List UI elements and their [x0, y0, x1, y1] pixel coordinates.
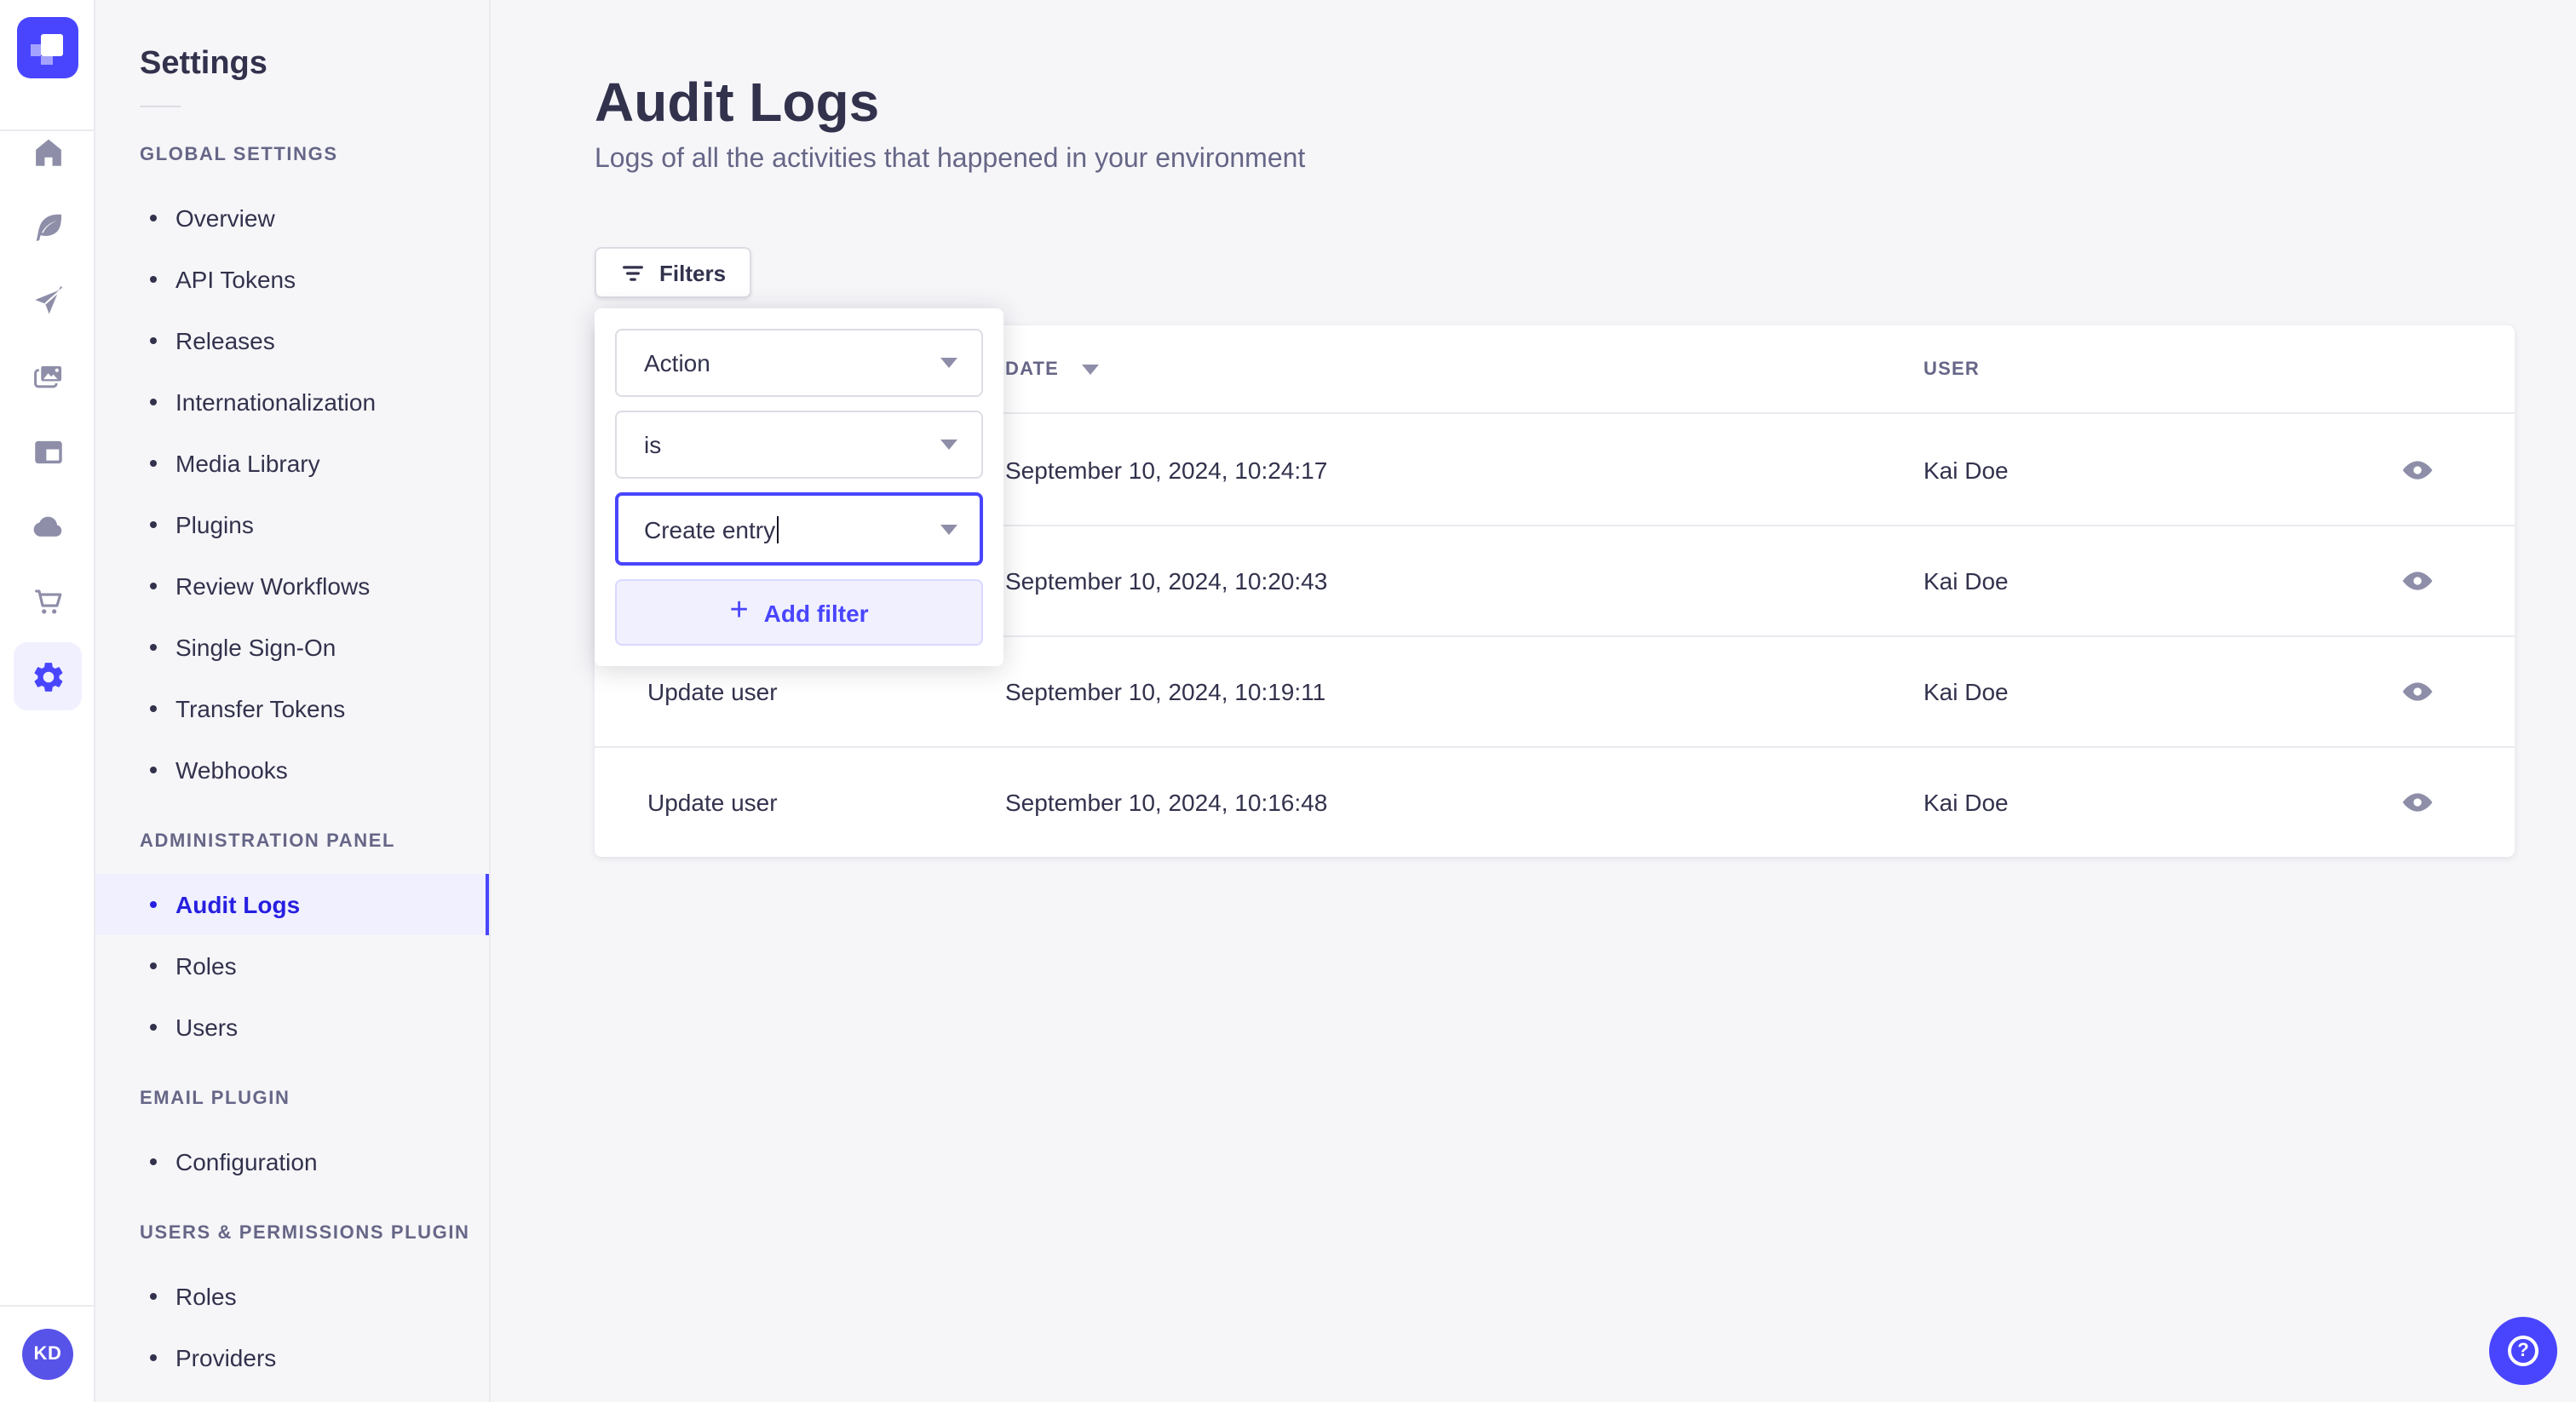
- sidebar-item-api-tokens[interactable]: API Tokens: [95, 249, 489, 310]
- sidebar-item-up-providers[interactable]: Providers: [95, 1327, 489, 1388]
- view-log-eye-icon[interactable]: [2397, 671, 2438, 712]
- section-label-email-plugin: EMAIL PLUGIN: [140, 1089, 290, 1109]
- strapi-logo-icon: [31, 34, 63, 65]
- section-label-global-settings: GLOBAL SETTINGS: [140, 145, 338, 165]
- plus-icon: +: [729, 593, 749, 629]
- sidebar-item-media-library[interactable]: Media Library: [95, 433, 489, 494]
- sidebar-item-transfer-tokens[interactable]: Transfer Tokens: [95, 678, 489, 739]
- sort-desc-icon: [1081, 365, 1099, 375]
- filter-value-text: Create entry: [644, 515, 776, 543]
- sidebar-item-admin-roles[interactable]: Roles: [95, 935, 489, 997]
- home-icon[interactable]: [14, 118, 82, 186]
- cell-user: Kai Doe: [1923, 456, 2009, 483]
- view-log-eye-icon[interactable]: [2397, 782, 2438, 823]
- section-label-users-permissions-plugin: USERS & PERMISSIONS PLUGIN: [140, 1223, 470, 1244]
- filters-button-label: Filters: [659, 260, 727, 285]
- sidebar-item-internationalization[interactable]: Internationalization: [95, 371, 489, 433]
- layout-icon[interactable]: [14, 417, 82, 486]
- sidebar-item-email-configuration[interactable]: Configuration: [95, 1131, 489, 1192]
- feather-icon[interactable]: [14, 192, 82, 261]
- email-plugin-list: Configuration: [95, 1131, 489, 1192]
- filter-operator-select[interactable]: is: [615, 411, 983, 479]
- page-title: Audit Logs: [595, 72, 880, 133]
- cell-date: September 10, 2024, 10:19:11: [1005, 678, 1326, 705]
- column-header-date[interactable]: DATE: [1005, 325, 1099, 414]
- filter-value-input[interactable]: Create entry: [615, 492, 983, 566]
- text-cursor: [777, 515, 779, 543]
- cell-date: September 10, 2024, 10:24:17: [1005, 456, 1328, 483]
- main-nav-rail: KD: [0, 0, 95, 1402]
- chevron-down-icon: [940, 358, 957, 368]
- cell-user: Kai Doe: [1923, 567, 2009, 595]
- main-content: Audit Logs Logs of all the activities th…: [491, 0, 2576, 1402]
- page-subtitle: Logs of all the activities that happened…: [595, 145, 1306, 174]
- sidebar-item-webhooks[interactable]: Webhooks: [95, 739, 489, 801]
- chevron-down-icon: [940, 524, 957, 534]
- add-filter-label: Add filter: [763, 599, 869, 626]
- cell-user: Kai Doe: [1923, 678, 2009, 705]
- cell-date: September 10, 2024, 10:20:43: [1005, 567, 1328, 595]
- filter-popover: Action is Create entry + Add filter: [595, 308, 1003, 666]
- cart-icon[interactable]: [14, 567, 82, 635]
- sidebar-item-overview[interactable]: Overview: [95, 187, 489, 249]
- filter-icon: [623, 265, 643, 280]
- users-permissions-list: Roles Providers: [95, 1266, 489, 1388]
- sidebar-item-admin-users[interactable]: Users: [95, 997, 489, 1058]
- sidebar-item-up-roles[interactable]: Roles: [95, 1266, 489, 1327]
- filter-attribute-value: Action: [644, 349, 710, 376]
- table-row: Update user September 10, 2024, 10:16:48…: [595, 746, 2515, 857]
- cell-user: Kai Doe: [1923, 789, 2009, 816]
- chevron-down-icon: [940, 440, 957, 450]
- sidebar-item-single-sign-on[interactable]: Single Sign-On: [95, 617, 489, 678]
- sidebar-item-review-workflows[interactable]: Review Workflows: [95, 555, 489, 617]
- user-avatar[interactable]: KD: [22, 1329, 73, 1380]
- section-label-administration-panel: ADMINISTRATION PANEL: [140, 831, 396, 852]
- app-window: KD Settings GLOBAL SETTINGS Overview API…: [0, 0, 2576, 1402]
- filter-attribute-select[interactable]: Action: [615, 329, 983, 397]
- global-settings-list: Overview API Tokens Releases Internation…: [95, 187, 489, 801]
- administration-panel-list: Audit Logs Roles Users: [95, 874, 489, 1058]
- cell-date: September 10, 2024, 10:16:48: [1005, 789, 1328, 816]
- question-mark-icon: ?: [2508, 1336, 2539, 1366]
- strapi-logo[interactable]: [17, 17, 78, 78]
- view-log-eye-icon[interactable]: [2397, 449, 2438, 490]
- filter-operator-value: is: [644, 431, 662, 458]
- rail-bottom-divider: [0, 1305, 94, 1307]
- sidebar-item-audit-logs[interactable]: Audit Logs: [95, 874, 489, 935]
- gear-icon[interactable]: [14, 642, 82, 710]
- subnav-title: Settings: [140, 46, 267, 82]
- images-icon[interactable]: [14, 342, 82, 411]
- cloud-icon[interactable]: [14, 492, 82, 560]
- add-filter-button[interactable]: + Add filter: [615, 579, 983, 646]
- sidebar-item-plugins[interactable]: Plugins: [95, 494, 489, 555]
- view-log-eye-icon[interactable]: [2397, 560, 2438, 601]
- paper-plane-icon[interactable]: [14, 267, 82, 336]
- cell-action: Update user: [647, 789, 778, 816]
- sidebar-item-releases[interactable]: Releases: [95, 310, 489, 371]
- subnav-divider: [140, 106, 181, 107]
- filters-button[interactable]: Filters: [595, 247, 752, 298]
- settings-subnav: Settings GLOBAL SETTINGS Overview API To…: [95, 0, 491, 1402]
- help-button[interactable]: ?: [2489, 1317, 2557, 1385]
- column-header-user: USER: [1923, 359, 1980, 380]
